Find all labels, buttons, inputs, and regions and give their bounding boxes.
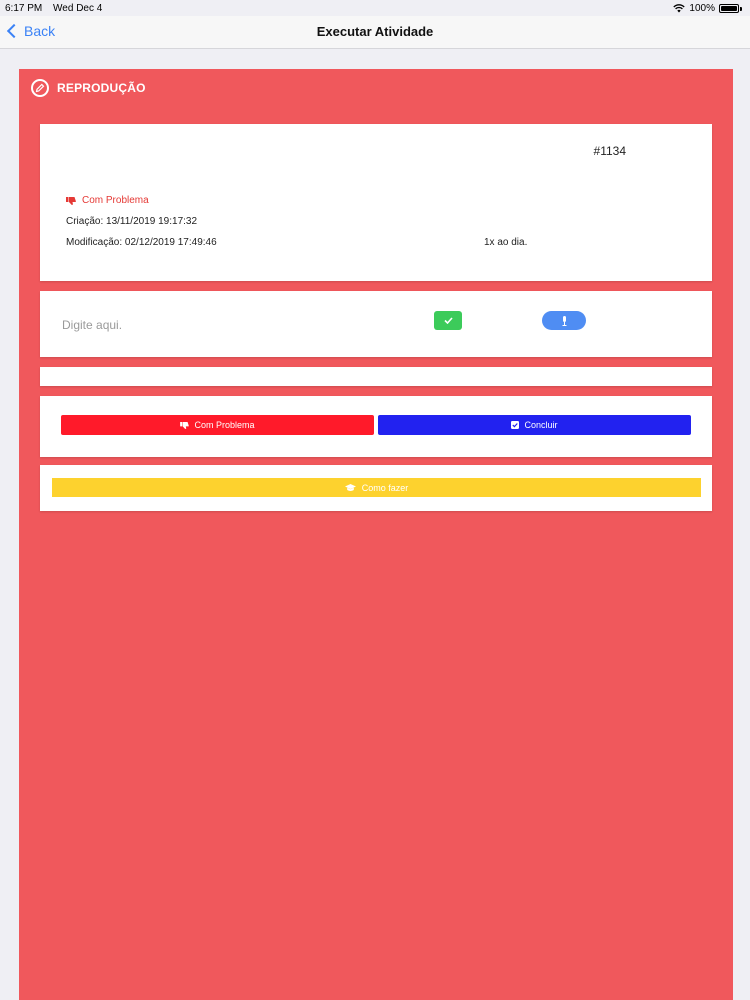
conclude-button[interactable]: Concluir: [378, 415, 691, 435]
thumbs-down-icon: [66, 196, 76, 205]
status-date: Wed Dec 4: [53, 3, 103, 14]
checkbox-icon: [511, 421, 520, 429]
comment-input[interactable]: [60, 311, 404, 339]
actions-card: Com Problema Concluir: [40, 396, 712, 457]
wifi-icon: [673, 4, 686, 13]
modified-date: Modificação: 02/12/2019 17:49:46: [66, 237, 217, 248]
section-header: REPRODUÇÃO: [31, 79, 146, 97]
pencil-icon: [31, 79, 49, 97]
activity-info-card: #1134 Com Problema Criação: 13/11/2019 1…: [40, 124, 712, 281]
howto-card: Como fazer: [40, 465, 712, 511]
conclude-button-label: Concluir: [524, 420, 558, 430]
battery-percent: 100%: [689, 3, 715, 14]
check-icon: [443, 317, 453, 324]
thumbs-down-icon: [180, 421, 190, 429]
section-title: REPRODUÇÃO: [57, 81, 146, 95]
page-title: Executar Atividade: [316, 24, 434, 39]
comment-card: [40, 291, 712, 357]
problem-button[interactable]: Com Problema: [61, 415, 374, 435]
microphone-button[interactable]: [542, 311, 586, 330]
ticket-id: #1134: [593, 144, 626, 158]
activity-panel: REPRODUÇÃO #1134 Com Problema Criação: 1…: [19, 69, 733, 1000]
problem-button-label: Com Problema: [194, 420, 255, 430]
battery-nub: [740, 6, 742, 11]
frequency-text: 1x ao dia.: [484, 237, 528, 248]
microphone-icon: [562, 315, 566, 326]
graduation-cap-icon: [344, 483, 356, 491]
problem-status: Com Problema: [66, 195, 149, 206]
status-bar: 6:17 PM Wed Dec 4 100%: [0, 0, 750, 16]
created-date: Criação: 13/11/2019 19:17:32: [66, 216, 198, 227]
status-time: 6:17 PM: [5, 3, 43, 14]
problem-status-label: Com Problema: [82, 195, 149, 206]
how-to-label: Como fazer: [361, 482, 409, 493]
battery-icon: [719, 4, 739, 13]
empty-card: [40, 367, 712, 386]
how-to-button[interactable]: Como fazer: [52, 478, 701, 497]
confirm-button[interactable]: [434, 311, 462, 330]
navigation-bar: Back Executar Atividade: [0, 16, 750, 49]
